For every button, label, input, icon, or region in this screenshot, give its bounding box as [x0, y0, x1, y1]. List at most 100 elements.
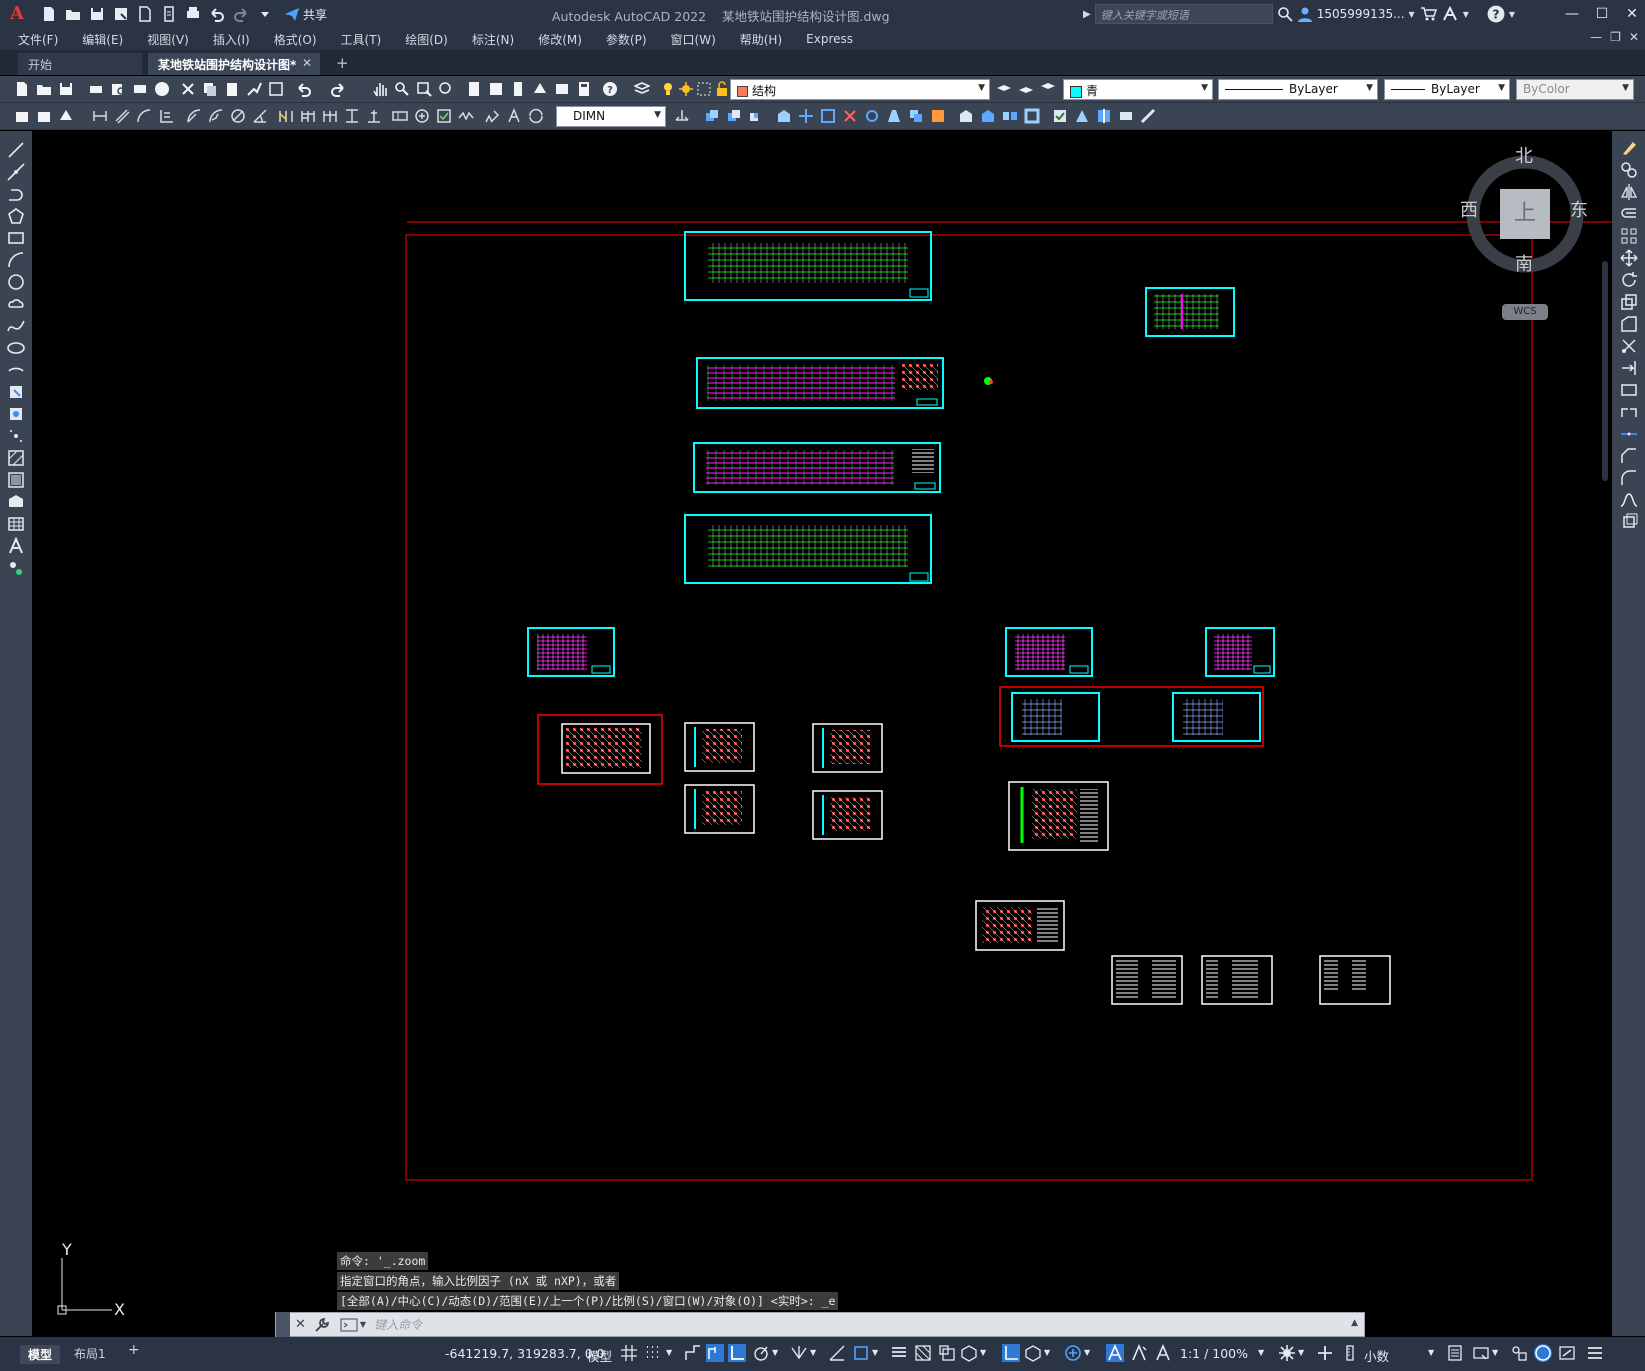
- save-icon[interactable]: [86, 3, 108, 25]
- user-dropdown-icon[interactable]: ▼: [1409, 10, 1415, 19]
- menu-file[interactable]: 文件(F): [0, 31, 70, 48]
- save-to-web-icon[interactable]: [158, 3, 180, 25]
- menu-tools[interactable]: 工具(T): [329, 31, 394, 48]
- menu-help[interactable]: 帮助(H): [728, 31, 794, 48]
- doc-minimize-button[interactable]: —: [1590, 30, 1602, 44]
- sheet-frame[interactable]: [1111, 955, 1183, 1005]
- infer-constraints-icon[interactable]: [684, 1344, 702, 1362]
- pan-icon[interactable]: [372, 81, 388, 97]
- doc-close-button[interactable]: ✕: [1629, 30, 1639, 44]
- compass-north[interactable]: 北: [1515, 142, 1533, 168]
- paste-icon[interactable]: [224, 81, 240, 97]
- scale-icon[interactable]: [1620, 293, 1638, 311]
- customize-wrench-icon[interactable]: [314, 1317, 330, 1333]
- array-icon[interactable]: [1620, 227, 1638, 245]
- user-name[interactable]: 1505999135...: [1317, 7, 1405, 21]
- color-dropdown[interactable]: 青 ▼: [1063, 79, 1213, 100]
- menu-edit[interactable]: 编辑(E): [70, 31, 135, 48]
- workspace-dropdown-icon[interactable]: ▼: [1298, 1348, 1304, 1357]
- move-faces-icon[interactable]: [798, 108, 814, 124]
- scale-dropdown-icon[interactable]: ▼: [1258, 1348, 1264, 1357]
- snap-icon[interactable]: [644, 1344, 662, 1362]
- ortho-icon[interactable]: [728, 1344, 746, 1362]
- model-space-toggle[interactable]: 模型: [587, 1346, 612, 1365]
- command-input[interactable]: 键入命令: [374, 1316, 422, 1333]
- fillet-icon[interactable]: [1620, 469, 1638, 487]
- layer-properties-icon[interactable]: [634, 81, 650, 97]
- help-icon[interactable]: ?: [1487, 5, 1505, 23]
- mtext-icon[interactable]: [7, 537, 25, 555]
- linetype-dropdown[interactable]: ByLayer ▼: [1218, 79, 1378, 100]
- layer-viewport-icon[interactable]: [696, 81, 712, 97]
- layout1-tab[interactable]: 布局1: [74, 1345, 106, 1362]
- menu-dimension[interactable]: 标注(N): [460, 31, 526, 48]
- help-tool-icon[interactable]: ?: [602, 81, 618, 97]
- lock-ui-icon[interactable]: [1472, 1344, 1490, 1362]
- viewcube-top-face[interactable]: 上: [1500, 189, 1550, 239]
- color-faces-icon[interactable]: [930, 108, 946, 124]
- chamfer-icon[interactable]: [1620, 447, 1638, 465]
- help-dropdown-icon[interactable]: ▼: [1509, 10, 1515, 19]
- sheet-frame[interactable]: [561, 723, 651, 774]
- spline-icon[interactable]: [7, 317, 25, 335]
- taper-faces-icon[interactable]: [886, 108, 902, 124]
- publish-icon[interactable]: [132, 81, 148, 97]
- design-center-icon[interactable]: [488, 81, 504, 97]
- customize-qat-icon[interactable]: [254, 3, 276, 25]
- arc-icon[interactable]: [7, 251, 25, 269]
- search-icon[interactable]: [1277, 6, 1293, 22]
- menu-window[interactable]: 窗口(W): [659, 31, 728, 48]
- polygon-icon[interactable]: [7, 207, 25, 225]
- diameter-dim-icon[interactable]: [230, 108, 246, 124]
- zoom-window-icon[interactable]: [416, 81, 432, 97]
- web-mobile-icon[interactable]: [134, 3, 156, 25]
- extend-icon[interactable]: [1620, 359, 1638, 377]
- table-style-icon[interactable]: [58, 108, 74, 124]
- dynamic-input-icon[interactable]: [706, 1344, 724, 1362]
- compass-west[interactable]: 西: [1460, 196, 1478, 222]
- baseline-dim-icon[interactable]: [300, 108, 316, 124]
- arc-length-icon[interactable]: [136, 108, 152, 124]
- dim-break-icon[interactable]: [366, 108, 382, 124]
- join-icon[interactable]: [1620, 425, 1638, 443]
- customization-menu-icon[interactable]: [1586, 1344, 1604, 1362]
- filter-dropdown-icon[interactable]: ▼: [1044, 1348, 1050, 1357]
- lock-dropdown-icon[interactable]: ▼: [1492, 1348, 1498, 1357]
- dim-update-icon[interactable]: [528, 108, 544, 124]
- imprint-icon[interactable]: [958, 108, 974, 124]
- explode-icon[interactable]: [1620, 513, 1638, 531]
- 3d-print-icon[interactable]: [154, 81, 170, 97]
- separate-icon[interactable]: [1002, 108, 1018, 124]
- quick-dim-icon[interactable]: [278, 108, 294, 124]
- trim-icon[interactable]: [1620, 337, 1638, 355]
- rotate-faces-icon[interactable]: [864, 108, 880, 124]
- stretch-icon[interactable]: [1620, 315, 1638, 333]
- linear-dim-icon[interactable]: [92, 108, 108, 124]
- new-file-icon[interactable]: [38, 3, 60, 25]
- tab-drawing[interactable]: 某地铁站围护结构设计图* ✕: [148, 53, 320, 75]
- plot-icon[interactable]: [182, 3, 204, 25]
- ellipse-icon[interactable]: [7, 339, 25, 357]
- doc-restore-button[interactable]: ❐: [1610, 30, 1621, 44]
- tab-start[interactable]: 开始: [18, 53, 142, 75]
- isodraft-dropdown-icon[interactable]: ▼: [810, 1348, 816, 1357]
- center-mark-icon[interactable]: [414, 108, 430, 124]
- copy-faces-icon[interactable]: [908, 108, 924, 124]
- sheet-frame[interactable]: [1201, 955, 1273, 1005]
- tolerance-icon[interactable]: [392, 108, 408, 124]
- command-close-icon[interactable]: ✕: [295, 1317, 306, 1332]
- model-layout-tab[interactable]: 模型: [20, 1345, 61, 1364]
- shell-icon[interactable]: [1024, 108, 1040, 124]
- 3d-osnap-dropdown-icon[interactable]: ▼: [980, 1348, 986, 1357]
- break-icon[interactable]: [1620, 403, 1638, 421]
- slice-icon[interactable]: [1096, 108, 1112, 124]
- canvas-scrollbar[interactable]: [1602, 261, 1608, 481]
- dynamic-ucs-icon[interactable]: [1002, 1344, 1020, 1362]
- transparency-icon[interactable]: [914, 1344, 932, 1362]
- osnap-dropdown-icon[interactable]: ▼: [872, 1348, 878, 1357]
- menu-parametric[interactable]: 参数(P): [594, 31, 659, 48]
- ellipse-arc-icon[interactable]: [7, 361, 25, 379]
- layer-on-icon[interactable]: [660, 81, 676, 97]
- menu-draw[interactable]: 绘图(D): [393, 31, 460, 48]
- sheet-frame[interactable]: [1008, 781, 1109, 851]
